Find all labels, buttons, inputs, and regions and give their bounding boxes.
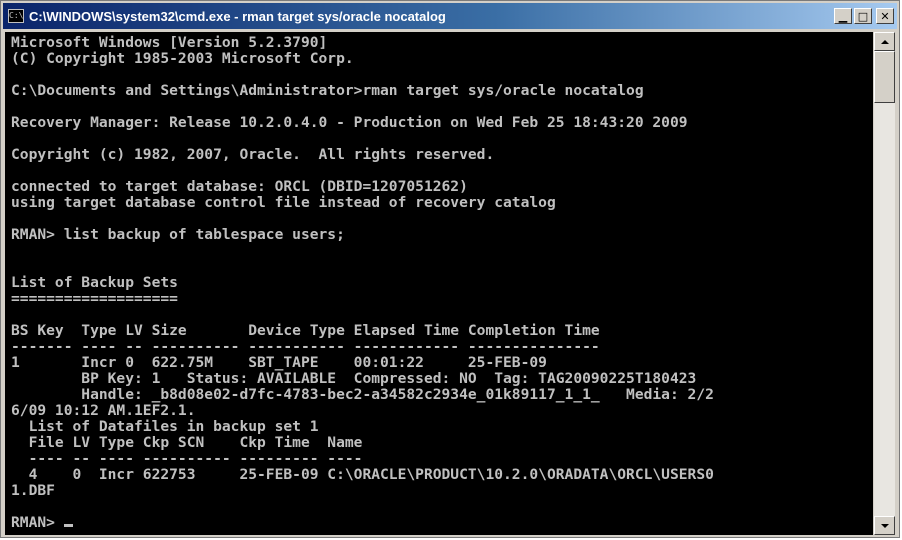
console-line: 1 Incr 0 622.75M SBT_TAPE 00:01:22 25-FE… xyxy=(11,354,547,371)
console-line: BP Key: 1 Status: AVAILABLE Compressed: … xyxy=(11,370,697,387)
scroll-up-button[interactable] xyxy=(874,32,895,51)
console-line: Handle: _b8d08e02-d7fc-4783-bec2-a34582c… xyxy=(11,386,714,403)
maximize-button[interactable]: □ xyxy=(854,8,872,24)
console-line: Copyright (c) 1982, 2007, Oracle. All ri… xyxy=(11,146,495,163)
console-line: Microsoft Windows [Version 5.2.3790] xyxy=(11,34,328,51)
scroll-down-button[interactable] xyxy=(874,516,895,535)
console-line: ---- -- ---- ---------- --------- ---- xyxy=(11,450,363,467)
console-text: Microsoft Windows [Version 5.2.3790] (C)… xyxy=(5,32,873,531)
console-line: RMAN> xyxy=(11,514,64,531)
title-bar[interactable]: C:\ C:\WINDOWS\system32\cmd.exe - rman t… xyxy=(3,3,897,29)
vertical-scrollbar[interactable] xyxy=(874,32,895,535)
minimize-button[interactable]: ▁ xyxy=(834,8,852,24)
console-line: connected to target database: ORCL (DBID… xyxy=(11,178,468,195)
console-line: C:\Documents and Settings\Administrator>… xyxy=(11,82,644,99)
console-line: List of Backup Sets xyxy=(11,274,178,291)
arrow-up-icon xyxy=(880,39,889,44)
window-title: C:\WINDOWS\system32\cmd.exe - rman targe… xyxy=(29,8,446,24)
console-line: 1.DBF xyxy=(11,482,55,499)
console-line: using target database control file inste… xyxy=(11,194,556,211)
console-line: RMAN> list backup of tablespace users; xyxy=(11,226,345,243)
cmd-icon[interactable]: C:\ xyxy=(8,9,24,23)
close-button[interactable]: ✕ xyxy=(876,8,894,24)
window-controls: ▁ □ ✕ xyxy=(834,8,894,24)
console-line: Recovery Manager: Release 10.2.0.4.0 - P… xyxy=(11,114,688,131)
console-line: List of Datafiles in backup set 1 xyxy=(11,418,319,435)
console-output[interactable]: Microsoft Windows [Version 5.2.3790] (C)… xyxy=(5,32,873,535)
cmd-window: C:\ C:\WINDOWS\system32\cmd.exe - rman t… xyxy=(0,0,900,538)
console-line: 6/09 10:12 AM.1EF2.1. xyxy=(11,402,196,419)
console-line: BS Key Type LV Size Device Type Elapsed … xyxy=(11,322,600,339)
console-line: =================== xyxy=(11,290,178,307)
console-line: 4 0 Incr 622753 25-FEB-09 C:\ORACLE\PROD… xyxy=(11,466,714,483)
text-cursor xyxy=(63,524,73,527)
console-line: File LV Type Ckp SCN Ckp Time Name xyxy=(11,434,363,451)
console-line: ------- ---- -- ---------- ----------- -… xyxy=(11,338,600,355)
arrow-down-icon xyxy=(880,523,889,528)
scroll-thumb[interactable] xyxy=(874,51,895,103)
console-line: (C) Copyright 1985-2003 Microsoft Corp. xyxy=(11,50,354,67)
